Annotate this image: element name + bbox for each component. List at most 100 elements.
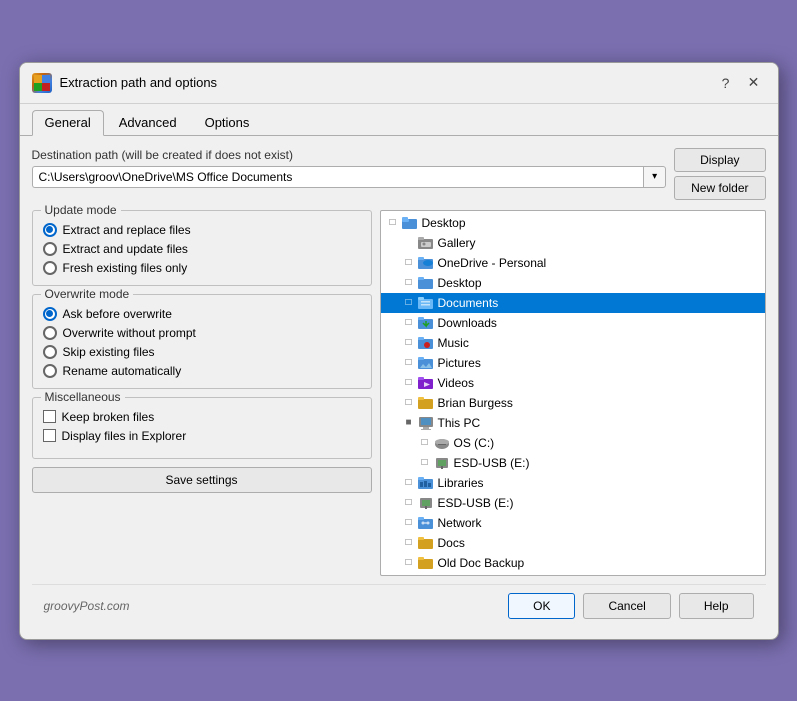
expand-icon-old-doc-backup: □ bbox=[401, 555, 417, 571]
radio-label-ask-before: Ask before overwrite bbox=[63, 307, 172, 321]
radio-label-fresh-existing: Fresh existing files only bbox=[63, 261, 188, 275]
tree-name-downloads: Downloads bbox=[438, 316, 497, 330]
folder-icon-onedrive bbox=[417, 255, 435, 271]
misc-options: Keep broken files Display files in Explo… bbox=[43, 410, 361, 443]
expand-icon-pictures: □ bbox=[401, 355, 417, 371]
tree-item-desktop2[interactable]: □ Desktop bbox=[381, 273, 765, 293]
folder-icon-old-doc-backup bbox=[417, 555, 435, 571]
tree-item-network[interactable]: □ Network bbox=[381, 513, 765, 533]
expand-icon-os-c: □ bbox=[417, 435, 433, 451]
checkbox-keep-broken[interactable]: Keep broken files bbox=[43, 410, 361, 424]
tree-item-this-pc[interactable]: ■ This PC bbox=[381, 413, 765, 433]
tree-name-esd-usb-e2: ESD-USB (E:) bbox=[438, 496, 514, 510]
help-button[interactable]: ? bbox=[714, 71, 738, 95]
tree-item-pictures[interactable]: □ Pictures bbox=[381, 353, 765, 373]
folder-icon-os-c bbox=[433, 435, 451, 451]
tab-advanced[interactable]: Advanced bbox=[106, 110, 190, 135]
tree-item-gallery[interactable]: Gallery bbox=[381, 233, 765, 253]
tree-name-desktop2: Desktop bbox=[438, 276, 482, 290]
tree-item-desktop1[interactable]: □ Desktop bbox=[381, 213, 765, 233]
radio-skip-existing[interactable]: Skip existing files bbox=[43, 345, 361, 359]
tree-item-onedrive[interactable]: □ OneDrive - Personal bbox=[381, 253, 765, 273]
overwrite-mode-options: Ask before overwrite Overwrite without p… bbox=[43, 307, 361, 378]
expand-icon-brian-burgess: □ bbox=[401, 395, 417, 411]
help-button-bottom[interactable]: Help bbox=[679, 593, 754, 619]
expand-icon-esd-usb-e2: □ bbox=[401, 495, 417, 511]
tree-name-videos: Videos bbox=[438, 376, 474, 390]
folder-icon-docs bbox=[417, 535, 435, 551]
new-folder-button[interactable]: New folder bbox=[674, 176, 765, 200]
radio-extract-replace[interactable]: Extract and replace files bbox=[43, 223, 361, 237]
expand-icon-music: □ bbox=[401, 335, 417, 351]
dialog-title: Extraction path and options bbox=[60, 75, 218, 90]
expand-icon-this-pc: ■ bbox=[401, 415, 417, 431]
expand-icon-downloads: □ bbox=[401, 315, 417, 331]
tree-name-os-c: OS (C:) bbox=[454, 436, 495, 450]
radio-fresh-existing[interactable]: Fresh existing files only bbox=[43, 261, 361, 275]
save-settings-row: Save settings bbox=[32, 467, 372, 493]
tabs-bar: General Advanced Options bbox=[20, 104, 778, 136]
destination-left: Destination path (will be created if doe… bbox=[32, 148, 667, 188]
tree-item-old-doc-backup[interactable]: □ Old Doc Backup bbox=[381, 553, 765, 573]
ok-button[interactable]: OK bbox=[508, 593, 575, 619]
tab-general[interactable]: General bbox=[32, 110, 104, 136]
folder-icon-desktop1 bbox=[401, 215, 419, 231]
tree-item-docs[interactable]: □ Docs bbox=[381, 533, 765, 553]
radio-extract-update[interactable]: Extract and update files bbox=[43, 242, 361, 256]
radio-circle-fresh-existing bbox=[43, 261, 57, 275]
tree-name-documents: Documents bbox=[438, 296, 499, 310]
tree-name-brian-burgess: Brian Burgess bbox=[438, 396, 513, 410]
expand-icon-desktop1: □ bbox=[385, 215, 401, 231]
tab-options[interactable]: Options bbox=[192, 110, 263, 135]
radio-overwrite-no-prompt[interactable]: Overwrite without prompt bbox=[43, 326, 361, 340]
miscellaneous-group: Miscellaneous Keep broken files Display … bbox=[32, 397, 372, 459]
tree-item-videos[interactable]: □ Videos bbox=[381, 373, 765, 393]
tree-item-esd-usb-e2[interactable]: □ ESD-USB (E:) bbox=[381, 493, 765, 513]
tree-name-this-pc: This PC bbox=[438, 416, 481, 430]
expand-icon-network: □ bbox=[401, 515, 417, 531]
expand-icon-documents: □ bbox=[401, 295, 417, 311]
destination-dropdown-button[interactable]: ▾ bbox=[643, 166, 666, 188]
tree-item-documents[interactable]: □ Documents bbox=[381, 293, 765, 313]
folder-icon-brian-burgess bbox=[417, 395, 435, 411]
folder-icon-desktop2 bbox=[417, 275, 435, 291]
folder-icon-libraries bbox=[417, 475, 435, 491]
tree-item-libraries[interactable]: □ Libraries bbox=[381, 473, 765, 493]
tree-item-brian-burgess[interactable]: □ Brian Burgess bbox=[381, 393, 765, 413]
display-button[interactable]: Display bbox=[674, 148, 765, 172]
save-settings-button[interactable]: Save settings bbox=[32, 467, 372, 493]
watermark: groovyPost.com bbox=[44, 599, 130, 613]
folder-icon-downloads bbox=[417, 315, 435, 331]
radio-circle-extract-update bbox=[43, 242, 57, 256]
expand-icon-gallery bbox=[401, 235, 417, 251]
update-mode-title: Update mode bbox=[41, 203, 121, 217]
tree-name-docs: Docs bbox=[438, 536, 465, 550]
tree-item-esd-usb-e1[interactable]: □ ESD-USB (E:) bbox=[381, 453, 765, 473]
folder-icon-esd-usb-e2 bbox=[417, 495, 435, 511]
tree-name-pictures: Pictures bbox=[438, 356, 481, 370]
folder-icon-esd-usb-e1 bbox=[433, 455, 451, 471]
radio-rename-auto[interactable]: Rename automatically bbox=[43, 364, 361, 378]
checkbox-display-explorer[interactable]: Display files in Explorer bbox=[43, 429, 361, 443]
radio-circle-extract-replace bbox=[43, 223, 57, 237]
destination-row: Destination path (will be created if doe… bbox=[32, 148, 766, 200]
tree-item-os-c[interactable]: □ OS (C:) bbox=[381, 433, 765, 453]
folder-icon-pictures bbox=[417, 355, 435, 371]
dialog-content: Destination path (will be created if doe… bbox=[20, 136, 778, 639]
destination-input-row: ▾ bbox=[32, 166, 667, 188]
radio-label-extract-replace: Extract and replace files bbox=[63, 223, 191, 237]
radio-ask-before[interactable]: Ask before overwrite bbox=[43, 307, 361, 321]
tree-item-downloads[interactable]: □ Downloads bbox=[381, 313, 765, 333]
miscellaneous-title: Miscellaneous bbox=[41, 390, 125, 404]
tree-item-music[interactable]: □ Music bbox=[381, 333, 765, 353]
tree-name-music: Music bbox=[438, 336, 469, 350]
file-tree[interactable]: □ Desktop Gallery bbox=[381, 211, 765, 575]
expand-icon-videos: □ bbox=[401, 375, 417, 391]
close-button[interactable]: ✕ bbox=[742, 71, 766, 95]
folder-icon-network bbox=[417, 515, 435, 531]
destination-input[interactable] bbox=[32, 166, 644, 188]
cancel-button[interactable]: Cancel bbox=[583, 593, 670, 619]
expand-icon-libraries: □ bbox=[401, 475, 417, 491]
folder-icon-documents bbox=[417, 295, 435, 311]
checkbox-label-display-explorer: Display files in Explorer bbox=[62, 429, 187, 443]
